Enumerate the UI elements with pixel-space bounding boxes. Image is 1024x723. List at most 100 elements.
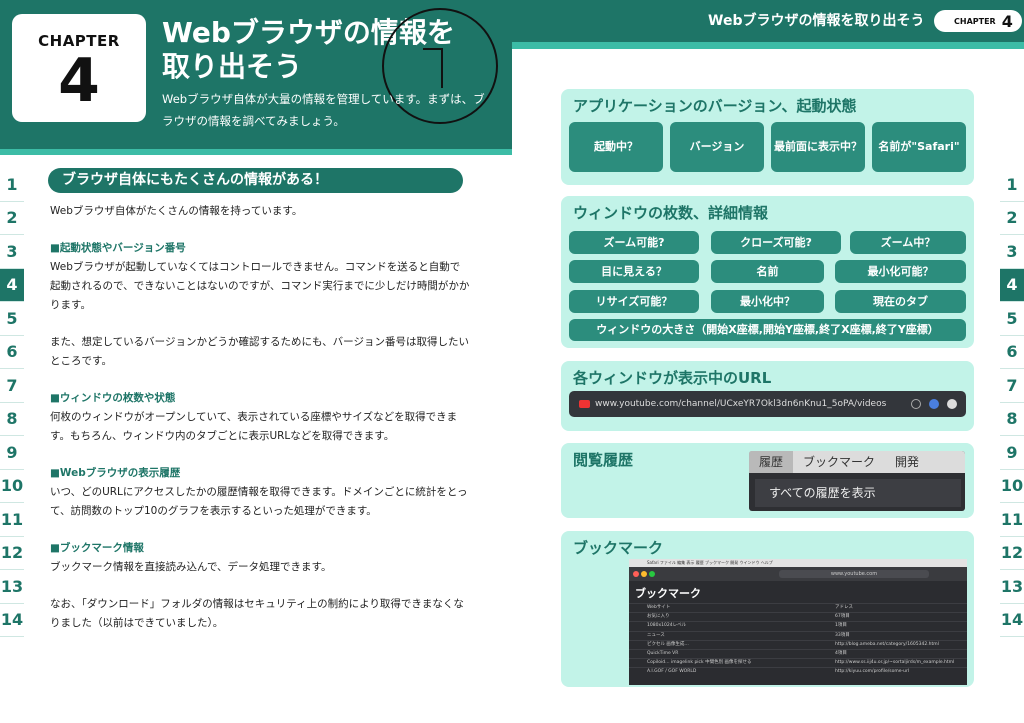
bookmark-name: Copiloid… imagelink pick 中間色別 画像を探せる [647, 660, 752, 666]
chapter-chip-label: CHAPTER [954, 16, 996, 26]
bookmark-row[interactable]: お気に入り 67項目 [629, 612, 967, 621]
chapter-tab-2[interactable]: 2 [0, 202, 24, 235]
chapter-chip-number: 4 [1001, 11, 1013, 31]
current-tab-button[interactable]: 現在のタブ [835, 290, 966, 313]
paragraph-version: また、想定しているバージョンかどうか確認するためにも、バージョン番号は取得したい… [50, 336, 469, 367]
resizable-button[interactable]: リサイズ可能？ [569, 290, 699, 313]
paragraph-history: いつ、どのURLにアクセスしたかの履歴情報を取得できます。ドメインごとに統計をと… [50, 486, 468, 517]
zoomable-button[interactable]: ズーム可能? [569, 231, 699, 254]
chapter-tab-14[interactable]: 14 [1000, 604, 1024, 637]
zoomed-button[interactable]: ズーム中？ [850, 231, 966, 254]
chapter-tab-9[interactable]: 9 [1000, 436, 1024, 470]
paragraph-startup: Webブラウザが起動していなくてはコントロールできません。コマンドを送ると自動で… [50, 261, 470, 311]
reload-icon[interactable] [911, 399, 921, 409]
bookmark-row[interactable]: Webサイト アドレス [629, 603, 967, 612]
chapter-tab-7[interactable]: 7 [0, 369, 24, 403]
chapter-tab-1[interactable]: 1 [1000, 168, 1024, 202]
version-button[interactable]: バージョン [670, 122, 764, 172]
miniaturizable-button[interactable]: 最小化可能？ [835, 260, 966, 283]
decorative-mark [423, 48, 443, 88]
bookmark-address: 67項目 [835, 614, 850, 620]
chapter-tab-5[interactable]: 5 [1000, 302, 1024, 336]
bookmark-row[interactable]: A.I.GOF / GOF WORLD http://kiyuu.com/prof… [629, 667, 967, 676]
running-header-stripe [512, 42, 1024, 49]
bookmark-row[interactable]: 1080x1024レベル 1項目 [629, 621, 967, 630]
show-all-history-item[interactable]: すべての履歴を表示 [755, 479, 961, 507]
chapter-tab-13[interactable]: 13 [0, 570, 24, 604]
subheading-bookmarks: ■ブックマーク情報 [50, 542, 144, 554]
app-status-panel: アプリケーションのバージョン、起動状態 起動中？ バージョン 最前面に表示中？ … [561, 89, 974, 185]
running-title: Webブラウザの情報を取り出そう [708, 13, 925, 29]
bookmark-address: 4項目 [835, 650, 847, 656]
paragraph-windows: 何枚のウィンドウがオープンしていて、表示されている座標やサイズなどを取得できます… [50, 411, 458, 442]
chapter-tab-14[interactable]: 14 [0, 604, 24, 637]
name-is-safari-button[interactable]: 名前が"Safari" [872, 122, 966, 172]
chapter-chip: CHAPTER 4 [934, 10, 1022, 32]
subheading-windows: ■ウィンドウの枚数や状態 [50, 392, 176, 404]
history-panel: 閲覧履歴 履歴 ブックマーク 開発 すべての履歴を表示 [561, 443, 974, 518]
frontmost-button[interactable]: 最前面に表示中？ [771, 122, 865, 172]
bookmarks-menu[interactable]: ブックマーク [793, 451, 885, 473]
chapter-tab-5[interactable]: 5 [0, 302, 24, 336]
chapter-tab-12[interactable]: 12 [0, 537, 24, 570]
miniaturized-button[interactable]: 最小化中？ [711, 290, 824, 313]
minimize-window-icon[interactable] [641, 571, 647, 577]
bookmark-panel: ブックマーク Safari ファイル 編集 表示 履歴 ブックマーク 開発 ウイ… [561, 531, 974, 687]
window-info-panel: ウィンドウの枚数、詳細情報 ズーム可能? クローズ可能? ズーム中？ 目に見える… [561, 196, 974, 348]
bookmark-name: ニュース [647, 632, 665, 638]
chapter-tab-9[interactable]: 9 [0, 436, 24, 470]
chapter-header: CHAPTER 4 Webブラウザの情報を 取り出そう Webブラウザ自体が大量… [0, 0, 512, 155]
bookmark-name: A.I.GOF / GOF WORLD [647, 669, 697, 675]
visible-button[interactable]: 目に見える？ [569, 260, 699, 283]
speaker-icon[interactable] [929, 399, 939, 409]
chapter-tab-1[interactable]: 1 [0, 168, 24, 202]
bookmark-row[interactable]: Copiloid… imagelink pick 中間色別 画像を探せる http… [629, 658, 967, 667]
chapter-tab-6[interactable]: 6 [1000, 336, 1024, 369]
chapter-tab-8[interactable]: 8 [0, 403, 24, 436]
zoom-window-icon[interactable] [649, 571, 655, 577]
chapter-index-right: 1 2 3 4 5 6 7 8 9 10 11 12 13 14 [1000, 168, 1024, 637]
bookmark-panel-title: ブックマーク [573, 539, 664, 557]
bookmark-name: 1080x1024レベル [647, 623, 687, 629]
bookmark-row[interactable]: ニュース 33項目 [629, 630, 967, 640]
bookmark-row[interactable]: ピクセル 画像生成… http://blog.ameba.net/category… [629, 639, 967, 649]
chapter-tab-11[interactable]: 11 [1000, 503, 1024, 537]
chapter-tab-12[interactable]: 12 [1000, 537, 1024, 570]
bookmark-row[interactable]: QuickTime VR 4項目 [629, 648, 967, 658]
close-window-icon[interactable] [633, 571, 639, 577]
more-icon[interactable] [947, 399, 957, 409]
chapter-tab-3[interactable]: 3 [1000, 235, 1024, 269]
chapter-tab-2[interactable]: 2 [1000, 202, 1024, 235]
youtube-icon [579, 400, 590, 408]
chapter-tab-6[interactable]: 6 [0, 336, 24, 369]
chapter-tab-4[interactable]: 4 [0, 268, 24, 302]
bookmark-address: 1項目 [835, 623, 847, 629]
chapter-tab-3[interactable]: 3 [0, 235, 24, 269]
intro-paragraph: Webブラウザ自体がたくさんの情報を持っています。 [50, 205, 303, 217]
chapter-tab-10[interactable]: 10 [0, 470, 24, 503]
paragraph-downloads: なお、「ダウンロード」フォルダの情報はセキュリティ上の制約により取得できまなくな… [50, 598, 464, 629]
chapter-badge: CHAPTER 4 [12, 14, 146, 122]
subheading-history: ■Webブラウザの表示履歴 [50, 467, 181, 479]
chapter-tab-13[interactable]: 13 [1000, 570, 1024, 604]
history-menu[interactable]: 履歴 [749, 451, 794, 473]
window-bounds-button[interactable]: ウィンドウの大きさ（開始X座標,開始Y座標,終了X座標,終了Y座標） [569, 319, 966, 341]
chapter-tab-7[interactable]: 7 [1000, 369, 1024, 403]
safari-address[interactable]: www.youtube.com [779, 570, 929, 578]
running-button[interactable]: 起動中？ [569, 122, 663, 172]
chapter-tab-10[interactable]: 10 [1000, 470, 1024, 503]
safari-menubar: Safari ファイル 編集 表示 履歴 ブックマーク 開発 ウインドウ ヘルプ [629, 559, 967, 567]
address-bar[interactable]: www.youtube.com/channel/UCxeYR7Okl3dn6nK… [569, 391, 966, 417]
paragraph-bookmarks: ブックマーク情報を直接読み込んで、データ処理できます。 [50, 561, 332, 573]
history-panel-title: 閲覧履歴 [573, 451, 634, 469]
chapter-tab-11[interactable]: 11 [0, 503, 24, 537]
bookmark-address: http://www.ss.iij4u.or.jp/~sortaljirds/m… [835, 660, 955, 666]
bookmark-address: 33項目 [835, 632, 850, 638]
bookmark-name: Webサイト [647, 605, 671, 610]
closeable-button[interactable]: クローズ可能? [711, 231, 841, 254]
body-text: Webブラウザ自体がたくさんの情報を持っています。 ■起動状態やバージョン番号 … [50, 202, 470, 651]
chapter-tab-4[interactable]: 4 [1000, 268, 1024, 302]
name-button[interactable]: 名前 [711, 260, 824, 283]
chapter-tab-8[interactable]: 8 [1000, 403, 1024, 436]
develop-menu[interactable]: 開発 [885, 451, 929, 473]
